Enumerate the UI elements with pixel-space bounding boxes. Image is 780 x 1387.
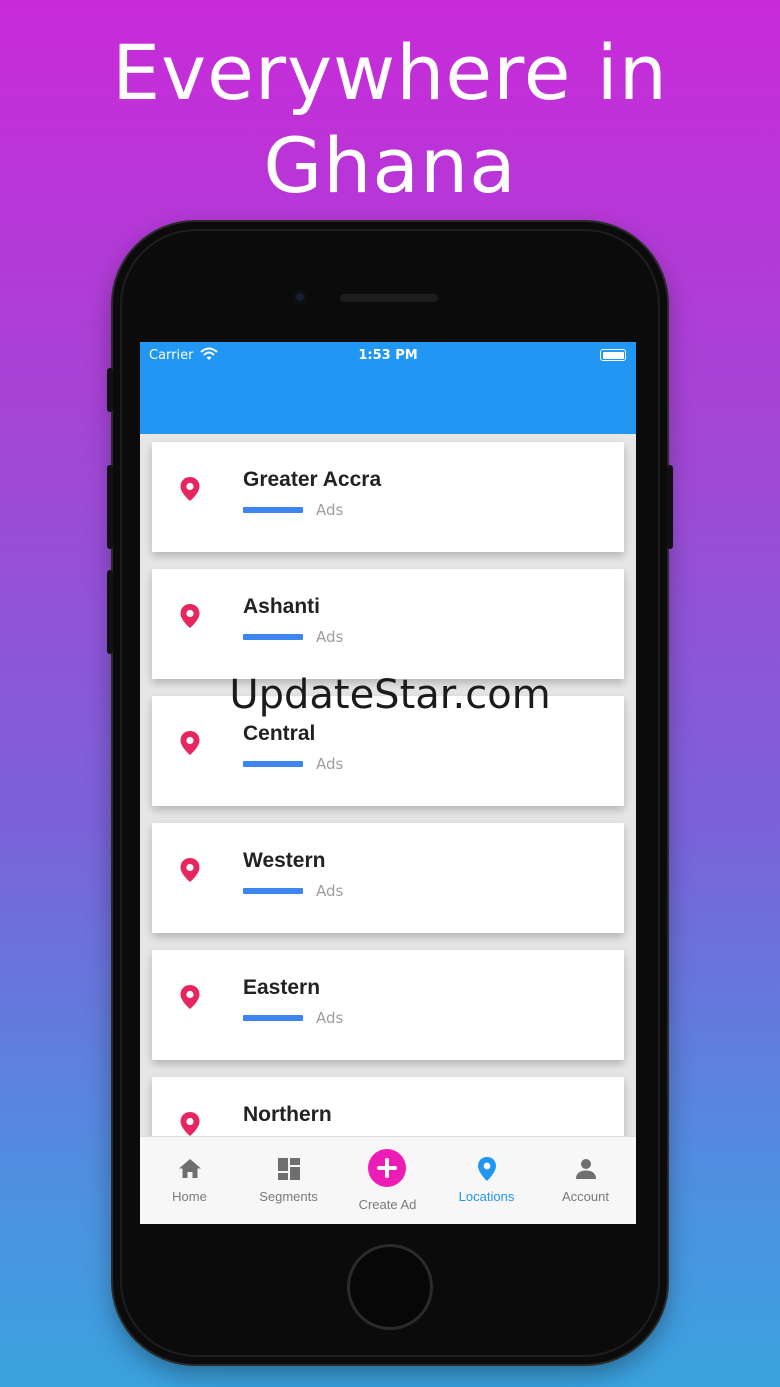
region-name: Central — [243, 722, 316, 745]
ads-bar — [243, 761, 303, 767]
location-pin-icon — [180, 604, 200, 628]
ads-label: Ads — [316, 501, 344, 519]
tab-locations[interactable]: Locations — [437, 1137, 536, 1224]
tab-account[interactable]: Account — [536, 1137, 635, 1224]
volume-down-button — [107, 570, 113, 654]
promo-headline: Everywhere in Ghana — [0, 26, 780, 212]
status-bar: Carrier 1:53 PM — [140, 342, 636, 368]
battery-icon — [600, 349, 626, 361]
ads-bar — [243, 634, 303, 640]
ads-bar — [243, 1015, 303, 1021]
location-pin-icon — [180, 858, 200, 882]
region-name: Ashanti — [243, 595, 321, 618]
region-name: Eastern — [243, 976, 321, 999]
location-pin-icon — [180, 985, 200, 1009]
tab-home[interactable]: Home — [140, 1137, 239, 1224]
status-time: 1:53 PM — [358, 348, 418, 363]
watermark: UpdateStar.com — [229, 672, 551, 718]
location-pin-icon — [180, 731, 200, 755]
app-bar: Carrier 1:53 PM — [140, 342, 636, 434]
volume-up-button — [107, 465, 113, 549]
region-name: Northern — [243, 1103, 332, 1126]
tab-create-ad[interactable]: Create Ad — [338, 1137, 437, 1224]
app-screen: Carrier 1:53 PM Greater Accra Ads Ashant… — [140, 342, 636, 1224]
phone-frame: Carrier 1:53 PM Greater Accra Ads Ashant… — [107, 222, 673, 1364]
ads-bar — [243, 507, 303, 513]
plus-icon[interactable] — [368, 1149, 406, 1187]
location-pin-icon — [180, 1112, 200, 1136]
ads-label: Ads — [316, 882, 344, 900]
front-camera — [293, 290, 307, 304]
tab-label: Home — [172, 1189, 207, 1204]
headline-line-2: Ghana — [263, 121, 517, 210]
ads-label: Ads — [316, 1009, 344, 1027]
account-icon — [576, 1159, 596, 1179]
hardware-home-button[interactable] — [347, 1244, 433, 1330]
power-button — [667, 465, 673, 549]
ads-label: Ads — [316, 755, 344, 773]
ads-bar — [243, 888, 303, 894]
region-card-eastern[interactable]: Eastern Ads — [152, 950, 624, 1060]
segments-icon — [278, 1158, 300, 1180]
tab-label: Segments — [259, 1189, 318, 1204]
region-card-ashanti[interactable]: Ashanti Ads — [152, 569, 624, 679]
headline-line-1: Everywhere in — [112, 28, 668, 117]
region-card-western[interactable]: Western Ads — [152, 823, 624, 933]
region-name: Western — [243, 849, 326, 872]
tab-label: Create Ad — [358, 1197, 417, 1212]
location-pin-icon — [478, 1157, 496, 1181]
tab-label: Locations — [458, 1189, 515, 1204]
home-icon — [179, 1159, 201, 1178]
region-name: Greater Accra — [243, 468, 382, 491]
ads-label: Ads — [316, 628, 344, 646]
tab-segments[interactable]: Segments — [239, 1137, 338, 1224]
bottom-tab-bar: Home Segments Create Ad Locations Accoun… — [140, 1136, 636, 1224]
region-card-greater-accra[interactable]: Greater Accra Ads — [152, 442, 624, 552]
tab-label: Account — [562, 1189, 609, 1204]
earpiece-speaker — [340, 294, 438, 302]
mute-switch — [107, 368, 113, 412]
location-pin-icon — [180, 477, 200, 501]
